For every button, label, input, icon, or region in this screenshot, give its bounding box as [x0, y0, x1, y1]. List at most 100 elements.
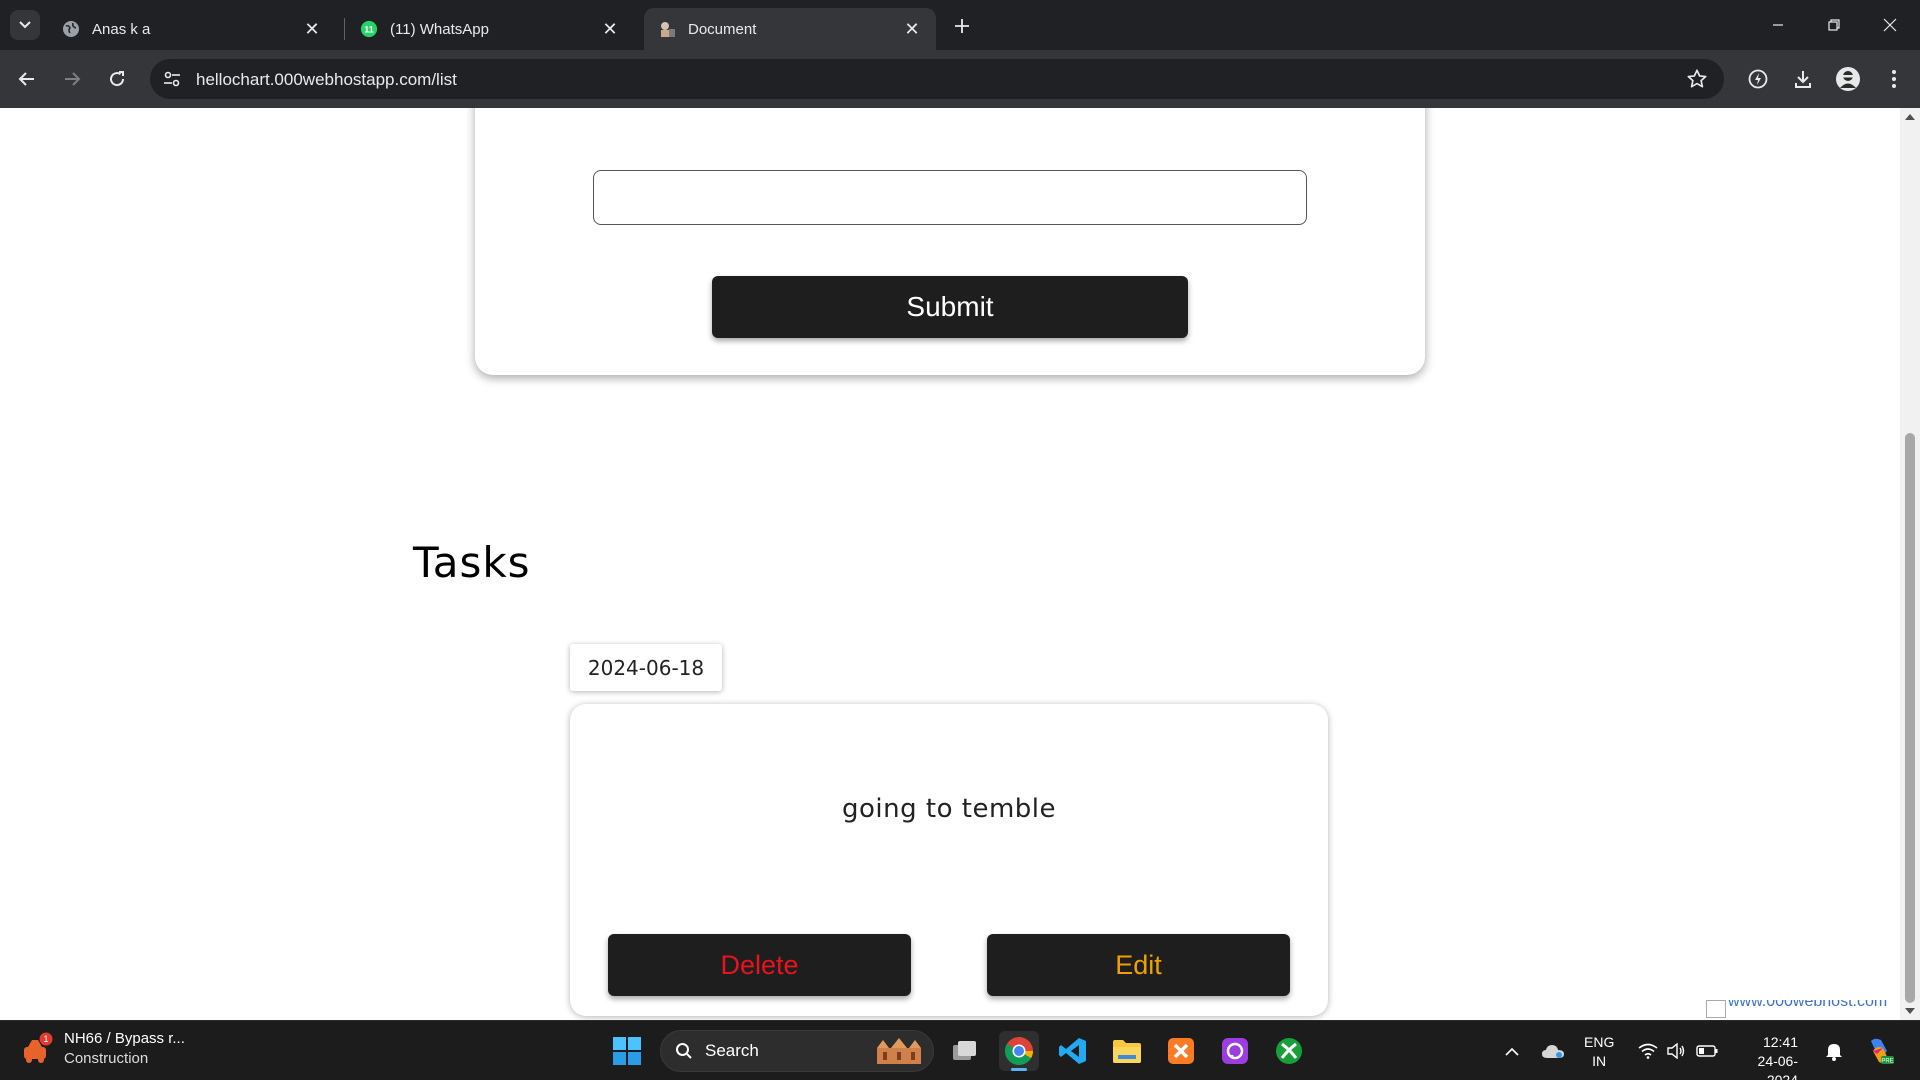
taskbar-search[interactable]: Search	[660, 1030, 934, 1072]
weather-subtitle: Construction	[64, 1050, 149, 1067]
restore-icon	[1828, 19, 1840, 31]
host-badge-link[interactable]: www.000webhost.com	[1706, 1000, 1900, 1018]
taskbar-app-xbox[interactable]	[1269, 1031, 1309, 1071]
weather-badge: 1	[43, 1034, 48, 1044]
back-button[interactable]	[12, 64, 42, 94]
plus-icon	[955, 19, 969, 33]
submit-button[interactable]: Submit	[712, 276, 1188, 338]
vscode-icon	[1059, 1038, 1086, 1064]
reload-icon	[110, 71, 125, 87]
avatar-icon	[1836, 67, 1860, 91]
xbox-icon	[1276, 1038, 1302, 1064]
volume-tray[interactable]	[1664, 1021, 1688, 1080]
task-date-tag: 2024-06-18	[570, 644, 722, 691]
close-icon	[1883, 18, 1897, 32]
broken-image-icon	[1706, 1000, 1726, 1018]
clock-date: 24-06-2024	[1757, 1053, 1798, 1080]
taskbar-app-chrome[interactable]	[999, 1031, 1039, 1071]
task-text: going to temble	[842, 794, 1056, 824]
close-icon[interactable]: ✕	[902, 19, 922, 40]
scroll-up-arrow-icon[interactable]	[1905, 114, 1915, 120]
task-form-card: Submit	[475, 108, 1425, 375]
show-hidden-icons-button[interactable]	[1500, 1021, 1524, 1080]
delete-button[interactable]: Delete	[608, 934, 911, 996]
page-viewport: Submit Tasks 2024-06-18 going to temble …	[0, 108, 1900, 1020]
search-label: Search	[705, 1041, 759, 1060]
downloads-button[interactable]	[1789, 65, 1817, 93]
scroll-thumb[interactable]	[1905, 433, 1915, 1003]
clock-time: 12:41	[1762, 1034, 1798, 1050]
taskbar-app-xampp[interactable]	[1161, 1031, 1201, 1071]
taskbar-app-purple[interactable]	[1215, 1031, 1255, 1071]
globe-icon	[62, 20, 80, 38]
more-vert-icon	[1892, 70, 1896, 88]
search-highlight-icon	[877, 1038, 921, 1064]
download-icon	[1795, 71, 1811, 88]
taskbar-app-vscode[interactable]	[1053, 1031, 1093, 1071]
tab-title: Anas k a	[92, 20, 151, 38]
restore-button[interactable]	[1806, 0, 1862, 50]
copilot-icon: PRE	[1871, 1038, 1894, 1065]
svg-text:11: 11	[364, 25, 374, 35]
edit-button[interactable]: Edit	[987, 934, 1290, 996]
address-bar[interactable]: hellochart.000webhostapp.com/list	[150, 59, 1724, 99]
menu-button[interactable]	[1880, 65, 1908, 93]
close-icon[interactable]: ✕	[302, 19, 322, 40]
battery-tray[interactable]	[1694, 1021, 1720, 1080]
windows-logo-icon	[613, 1037, 641, 1065]
chevron-up-icon	[1505, 1047, 1519, 1056]
wifi-icon	[1638, 1043, 1658, 1059]
weather-title: NH66 / Bypass r...	[64, 1030, 185, 1047]
scroll-down-arrow-icon[interactable]	[1905, 1008, 1915, 1014]
forward-button[interactable]	[57, 64, 87, 94]
browser-tab-bar: Anas k a ✕ 11 (11) WhatsApp ✕ Document ✕	[0, 0, 1920, 50]
site-settings-icon[interactable]	[162, 69, 182, 89]
weather-widget[interactable]: 1 NH66 / Bypass r... Construction	[20, 1029, 185, 1069]
language-line2: IN	[1592, 1053, 1607, 1069]
active-indicator	[1011, 1068, 1027, 1071]
chrome-icon	[1005, 1037, 1033, 1065]
url-text[interactable]: hellochart.000webhostapp.com/list	[196, 70, 457, 90]
task-input[interactable]	[593, 170, 1307, 225]
browser-toolbar: hellochart.000webhostapp.com/list	[0, 50, 1920, 108]
extension-icon	[1748, 69, 1768, 89]
minimize-icon	[1773, 24, 1783, 26]
document-favicon-icon	[658, 20, 676, 38]
volume-icon	[1667, 1043, 1685, 1059]
arrow-right-icon	[65, 72, 81, 86]
notifications-button[interactable]	[1822, 1021, 1846, 1080]
profile-button[interactable]	[1834, 65, 1862, 93]
new-tab-button[interactable]	[948, 12, 976, 40]
svg-text:PRE: PRE	[1881, 1059, 1893, 1065]
host-badge-alt-text: www.000webhost.com	[1728, 1000, 1888, 1010]
cloud-icon	[1542, 1045, 1564, 1058]
search-icon	[676, 1043, 692, 1059]
traffic-alert-icon: 1	[20, 1031, 56, 1067]
window-close-button[interactable]	[1862, 0, 1918, 50]
onedrive-tray[interactable]	[1538, 1021, 1568, 1080]
star-icon[interactable]	[1686, 68, 1708, 90]
tab-title: (11) WhatsApp	[390, 20, 489, 38]
language-indicator[interactable]: ENG IN	[1584, 1033, 1614, 1071]
taskbar-app-file-explorer[interactable]	[1107, 1031, 1147, 1071]
tab-separator	[344, 18, 345, 40]
task-view-icon	[953, 1041, 976, 1060]
minimize-button[interactable]	[1750, 0, 1806, 50]
folder-icon	[1113, 1040, 1141, 1063]
page-scrollbar[interactable]	[1900, 108, 1920, 1020]
tab-anas[interactable]: Anas k a ✕	[48, 8, 336, 50]
tab-document[interactable]: Document ✕	[644, 8, 936, 50]
tab-whatsapp[interactable]: 11 (11) WhatsApp ✕	[346, 8, 634, 50]
reload-button[interactable]	[102, 64, 132, 94]
arrow-left-icon	[18, 72, 34, 86]
copilot-button[interactable]: PRE	[1862, 1021, 1898, 1080]
windows-taskbar: 1 NH66 / Bypass r... Construction Search	[0, 1020, 1920, 1080]
wifi-tray[interactable]	[1636, 1021, 1660, 1080]
bell-icon	[1826, 1044, 1842, 1061]
tab-search-button[interactable]	[10, 10, 40, 40]
start-button[interactable]	[612, 1036, 642, 1066]
system-clock[interactable]: 12:41 24-06-2024	[1736, 1033, 1798, 1080]
close-icon[interactable]: ✕	[600, 19, 620, 40]
taskbar-app-task-view[interactable]	[945, 1031, 985, 1071]
extension-button[interactable]	[1744, 65, 1772, 93]
